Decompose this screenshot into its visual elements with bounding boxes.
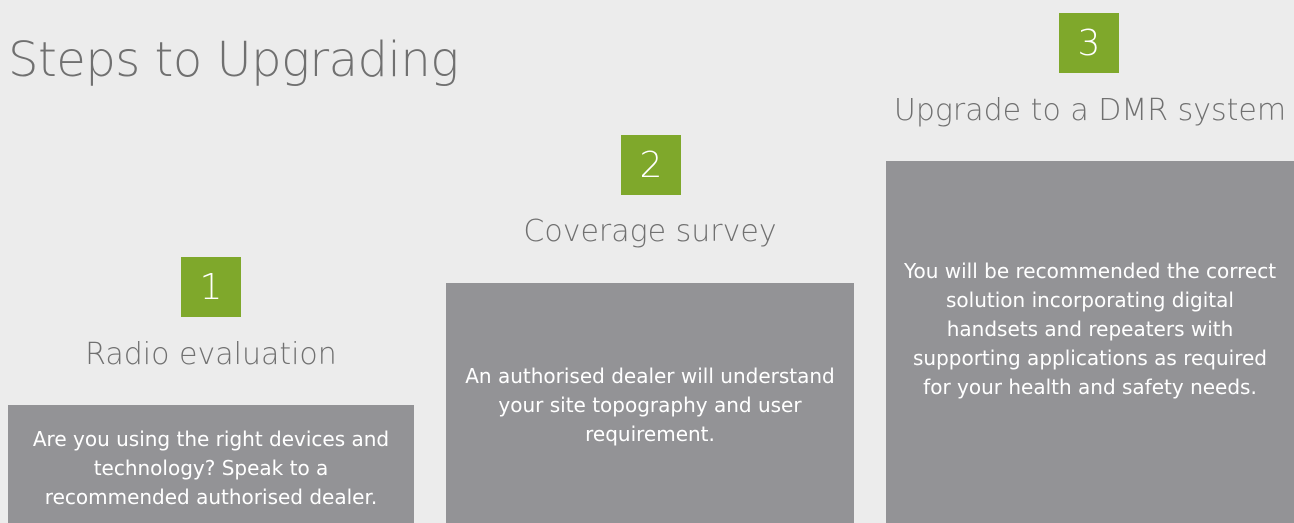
step-panel: You will be recommended the correct solu… (886, 161, 1294, 523)
step-heading: Coverage survey (523, 214, 777, 249)
step-number-badge: 2 (621, 135, 681, 195)
step-description: An authorised dealer will understand you… (465, 364, 835, 446)
step-number-badge: 1 (181, 257, 241, 317)
step-heading: Radio evaluation (85, 337, 337, 372)
step-description: Are you using the right devices and tech… (32, 427, 390, 509)
page-title: Steps to Upgrading (8, 32, 459, 88)
step-description: You will be recommended the correct solu… (903, 259, 1277, 399)
step-number-badge: 3 (1059, 13, 1119, 73)
step-panel: An authorised dealer will understand you… (446, 283, 854, 523)
step-heading: Upgrade to a DMR system (893, 93, 1287, 128)
step-panel: Are you using the right devices and tech… (8, 405, 414, 523)
